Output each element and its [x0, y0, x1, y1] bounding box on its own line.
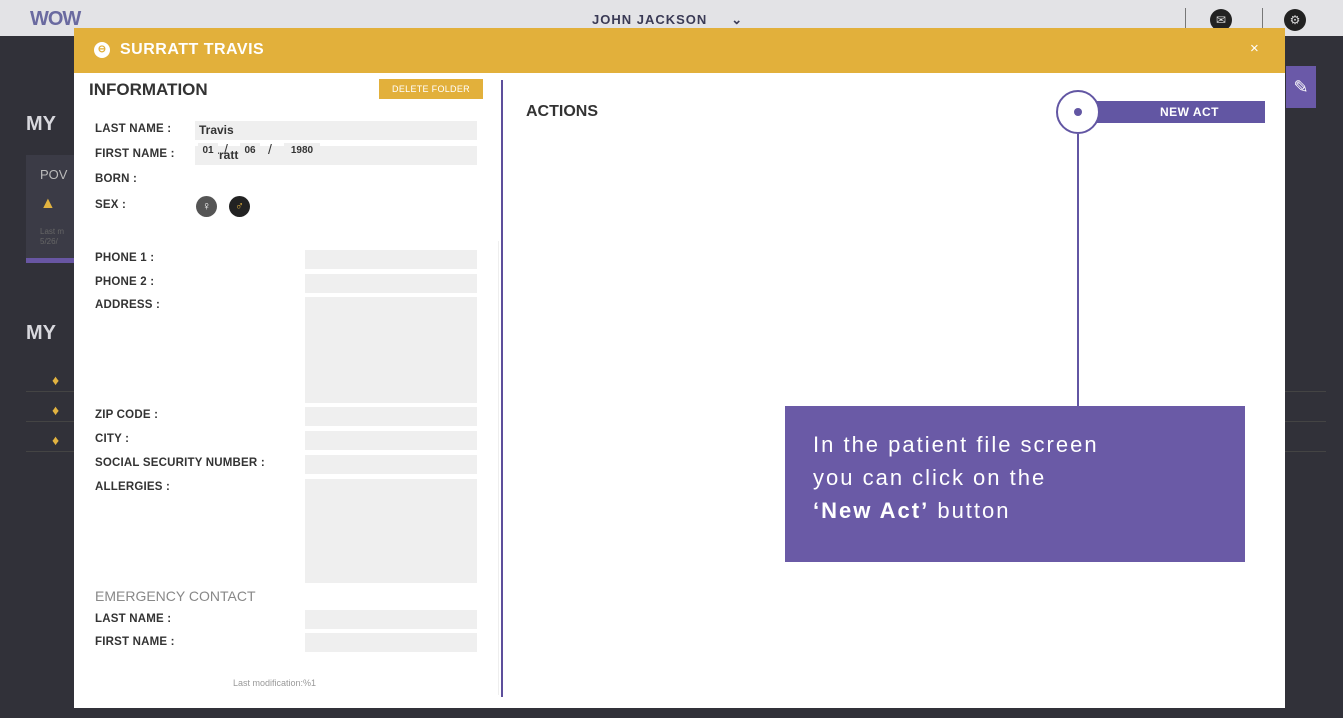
topbar-divider — [1185, 8, 1186, 30]
section-heading: MY — [26, 113, 56, 135]
highlight-dot — [1074, 108, 1082, 116]
last-name-value: Travis — [199, 123, 234, 137]
patient-modal: ⊖ SURRATT TRAVIS × INFORMATION DELETE FO… — [74, 28, 1285, 708]
person-icon: ♦ — [52, 372, 60, 388]
section-heading: MY — [26, 322, 56, 344]
user-icon: ▲ — [40, 195, 56, 212]
pen-icon[interactable]: ✎ — [1286, 66, 1316, 108]
information-title: INFORMATION — [89, 80, 208, 99]
city-field[interactable] — [305, 431, 477, 450]
zip-code-label: ZIP CODE : — [95, 409, 159, 421]
first-name-field[interactable]: Surratt — [195, 146, 477, 165]
ec-first-name-field[interactable] — [305, 633, 477, 652]
date-separator: / — [268, 141, 272, 157]
last-name-field[interactable]: Travis — [195, 121, 477, 140]
allergies-field[interactable] — [305, 479, 477, 583]
information-pane: INFORMATION DELETE FOLDER LAST NAME : Tr… — [74, 73, 501, 708]
ec-last-name-field[interactable] — [305, 610, 477, 629]
female-icon[interactable]: ♀ — [196, 196, 217, 217]
phone1-field[interactable] — [305, 250, 477, 269]
settings-icon[interactable]: ⚙ — [1284, 9, 1306, 31]
modal-title: SURRATT TRAVIS — [120, 41, 265, 58]
born-day-field[interactable]: 01 — [198, 143, 218, 159]
delete-folder-button[interactable]: DELETE FOLDER — [379, 79, 483, 99]
ssn-field[interactable] — [305, 455, 477, 474]
tutorial-callout: In the patient file screen you can click… — [785, 406, 1245, 562]
phone2-field[interactable] — [305, 274, 477, 293]
callout-line-2: you can click on the — [813, 465, 1047, 490]
allergies-label: ALLERGIES : — [95, 481, 171, 493]
person-icon: ♦ — [52, 432, 60, 448]
actions-title: ACTIONS — [526, 103, 598, 120]
callout-connector — [1077, 134, 1079, 406]
pane-divider — [501, 80, 503, 697]
born-month-field[interactable]: 06 — [240, 143, 260, 159]
callout-line-3: ‘New Act’ button — [813, 494, 1217, 527]
date-separator: / — [224, 141, 228, 157]
person-icon: ♦ — [52, 402, 60, 418]
callout-line-1: In the patient file screen — [813, 432, 1099, 457]
callout-rest-text: button — [929, 498, 1011, 523]
scroll-track — [498, 241, 499, 695]
ec-first-name-label: FIRST NAME : — [95, 636, 175, 648]
sex-label: SEX : — [95, 199, 127, 211]
first-name-label: FIRST NAME : — [95, 148, 175, 160]
close-icon[interactable]: × — [1250, 40, 1259, 57]
new-act-button[interactable]: NEW ACT — [1090, 101, 1265, 123]
ssn-label: SOCIAL SECURITY NUMBER : — [95, 457, 265, 469]
zip-code-field[interactable] — [305, 407, 477, 426]
born-year-field[interactable]: 1980 — [284, 143, 320, 159]
user-menu[interactable]: JOHN JACKSON ⌄ — [592, 12, 743, 28]
card-title: POV — [40, 167, 68, 182]
card-meta: Last m 5/26/ — [40, 227, 65, 246]
address-field[interactable] — [305, 297, 477, 403]
topbar-divider — [1262, 8, 1263, 30]
address-label: ADDRESS : — [95, 299, 161, 311]
born-label: BORN : — [95, 173, 138, 185]
user-name: JOHN JACKSON — [592, 12, 708, 27]
male-icon[interactable]: ♂ — [229, 196, 250, 217]
last-name-label: LAST NAME : — [95, 123, 172, 135]
folder-icon: ⊖ — [94, 42, 110, 58]
phone1-label: PHONE 1 : — [95, 252, 155, 264]
emergency-contact-heading: EMERGENCY CONTACT — [95, 588, 256, 604]
app-logo: WOW — [30, 8, 81, 30]
phone2-label: PHONE 2 : — [95, 276, 155, 288]
callout-bold-text: ‘New Act’ — [813, 498, 930, 523]
background-card[interactable]: POV ▲ Last m 5/26/ — [26, 155, 78, 263]
last-modification: Last modification:%1 — [233, 678, 317, 688]
city-label: CITY : — [95, 433, 130, 445]
ec-last-name-label: LAST NAME : — [95, 613, 172, 625]
chevron-down-icon: ⌄ — [731, 12, 744, 27]
modal-header: ⊖ SURRATT TRAVIS × — [74, 28, 1285, 73]
